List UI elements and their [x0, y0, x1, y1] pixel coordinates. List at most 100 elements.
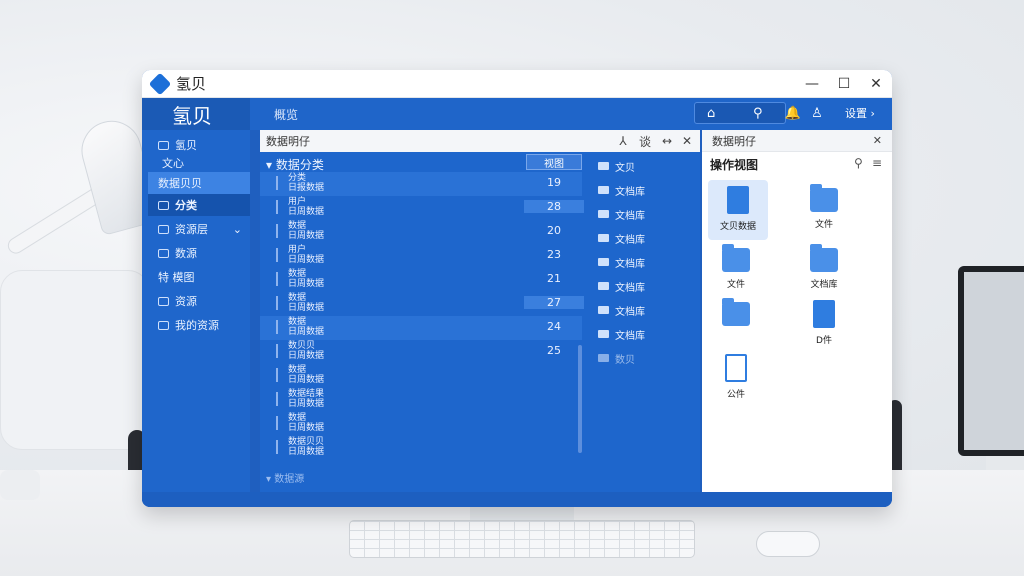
close-button[interactable]: ✕ — [860, 70, 892, 98]
row-value: 20 — [547, 224, 561, 237]
document-icon — [813, 300, 835, 328]
file-tile[interactable]: 公件 — [706, 348, 766, 408]
row-value: 19 — [547, 176, 561, 189]
folder-icon — [598, 306, 609, 314]
file-label: D件 — [816, 336, 832, 346]
table-row[interactable]: 数据 日周数据 24 — [260, 316, 582, 340]
folder-icon — [598, 186, 609, 194]
data-panel: 数据明仔 ⅄ 谈 ↔ ✕ ▾ 数据分类 视图 分类 日报数据 19 用户 日周数据… — [260, 130, 800, 507]
file-tile[interactable]: D件 — [794, 294, 854, 354]
sidebar-item-label: 数源 — [175, 247, 197, 260]
minimize-button[interactable]: — — [796, 70, 828, 98]
folder-icon — [598, 354, 609, 362]
table-row[interactable]: 分类 日报数据 19 — [260, 172, 582, 196]
lamp-base — [0, 470, 40, 500]
folder-icon — [598, 162, 609, 170]
file-panel-title: 数据明仔 — [712, 134, 756, 148]
table-row[interactable]: 数据 日周数据 21 — [260, 268, 582, 292]
sidebar-item-data[interactable]: 数据贝贝 — [148, 172, 250, 194]
shared-folder-icon — [810, 244, 838, 272]
file-tile[interactable]: 文件 — [706, 240, 766, 300]
row-label: 数据 日周数据 — [288, 221, 325, 241]
row-value: 23 — [547, 248, 561, 261]
sidebar-item-source[interactable]: 数源 — [148, 242, 250, 264]
file-panel: 数据明仔 ✕ 操作视图 ⚲ ≡ 文贝数据 文件 文件 文档库 D件 公件 — [702, 130, 892, 492]
row-label: 数据 日周数据 — [288, 365, 325, 385]
mouse — [756, 531, 820, 557]
close-icon[interactable]: ✕ — [873, 134, 882, 147]
status-strip — [142, 492, 892, 507]
file-tile[interactable] — [706, 294, 766, 354]
sidebar-item-label: 分类 — [175, 199, 197, 212]
sidebar-item-text[interactable]: 文心 — [148, 152, 250, 174]
folder-icon — [598, 210, 609, 218]
sidebar-item-label: 特 模图 — [158, 271, 195, 284]
table-row[interactable]: 数据 日周数据 27 — [260, 292, 584, 316]
table-row[interactable]: 数贝贝 日周数据 25 — [260, 340, 582, 364]
table-row[interactable]: 数据贝贝 日周数据 — [260, 436, 582, 460]
row-label: 用户 日周数据 — [288, 197, 325, 217]
file-tile[interactable]: 文件 — [794, 180, 854, 240]
home-icon — [158, 140, 169, 150]
folder-label: 文档库 — [615, 210, 645, 222]
data-panel-title: 数据明仔 — [266, 135, 310, 148]
close-icon[interactable]: ✕ — [676, 130, 698, 152]
table-row[interactable]: 数据 日周数据 20 — [260, 220, 582, 244]
file-panel-subtitle: 操作视图 — [710, 158, 759, 172]
folder-icon — [598, 234, 609, 242]
table-row[interactable]: 数据结果 日周数据 — [260, 388, 582, 412]
file-tile[interactable]: 文档库 — [794, 240, 854, 300]
row-label: 数据 日周数据 — [288, 293, 325, 313]
sidebar-item-my-resources[interactable]: 我的资源 — [148, 314, 250, 336]
table-row[interactable]: 用户 日周数据 28 — [260, 196, 584, 220]
folder-icon — [598, 282, 609, 290]
file-label: 文档库 — [810, 280, 838, 290]
datasource-toggle[interactable]: ▾ 数据源 — [266, 470, 304, 485]
folder-label: 文档库 — [615, 234, 645, 246]
folder-icon — [722, 298, 750, 326]
cloud-icon — [158, 296, 169, 306]
category-title[interactable]: ▾ 数据分类 — [266, 156, 324, 173]
topbar-hint: 概览 — [274, 108, 299, 122]
bell-icon[interactable]: 🔔 — [782, 102, 804, 124]
keyboard — [349, 520, 695, 558]
sidebar-item-category[interactable]: 分类 — [148, 194, 250, 216]
menu-icon[interactable]: ≡ — [872, 156, 882, 170]
maximize-button[interactable]: ☐ — [828, 70, 860, 98]
file-tile[interactable]: 文贝数据 — [708, 180, 768, 240]
row-value: 27 — [524, 296, 584, 309]
sidebar-item-label: 我的资源 — [175, 319, 219, 332]
row-label: 数据 日周数据 — [288, 317, 325, 337]
chat-icon[interactable]: 谈 — [634, 130, 656, 152]
brand-label[interactable]: 氢贝 — [142, 98, 250, 130]
folder-icon — [810, 184, 838, 212]
view-button[interactable]: 视图 — [526, 154, 582, 170]
sidebar: 氢贝 文心 数据贝贝 分类 资源层 ⌄ 数源 特 模图 资源 我的资源 — [142, 130, 250, 507]
row-value: 25 — [547, 344, 561, 357]
folder-icon — [722, 244, 750, 272]
search-icon[interactable]: ⚲ — [854, 156, 863, 170]
move-icon[interactable]: ↔ — [656, 130, 678, 152]
sidebar-item-resources[interactable]: 资源 — [148, 290, 250, 312]
sidebar-item-model[interactable]: 特 模图 — [148, 266, 250, 288]
source-icon — [158, 248, 169, 258]
category-icon — [158, 200, 169, 210]
filter-icon[interactable]: ⅄ — [612, 130, 634, 152]
table-row[interactable]: 用户 日周数据 23 — [260, 244, 582, 268]
user-icon[interactable]: ♙ — [806, 102, 828, 124]
sidebar-item-resource-layer[interactable]: 资源层 ⌄ — [148, 218, 250, 240]
row-label: 数贝贝 日周数据 — [288, 341, 325, 361]
folder-label: 文档库 — [615, 330, 645, 342]
row-value: 21 — [547, 272, 561, 285]
settings-button[interactable]: 设置 › — [834, 102, 886, 124]
home-icon[interactable]: ⌂ — [707, 106, 715, 121]
app-logo-icon — [148, 72, 172, 95]
scrollbar[interactable] — [578, 345, 582, 453]
row-label: 数据 日周数据 — [288, 269, 325, 289]
search-icon[interactable]: ⚲ — [753, 106, 763, 121]
layer-icon — [158, 224, 169, 234]
pillow — [0, 270, 150, 450]
table-row[interactable]: 数据 日周数据 — [260, 412, 582, 436]
table-row[interactable]: 数据 日周数据 — [260, 364, 582, 388]
search-box[interactable]: ⌂ ⚲ — [694, 102, 786, 124]
